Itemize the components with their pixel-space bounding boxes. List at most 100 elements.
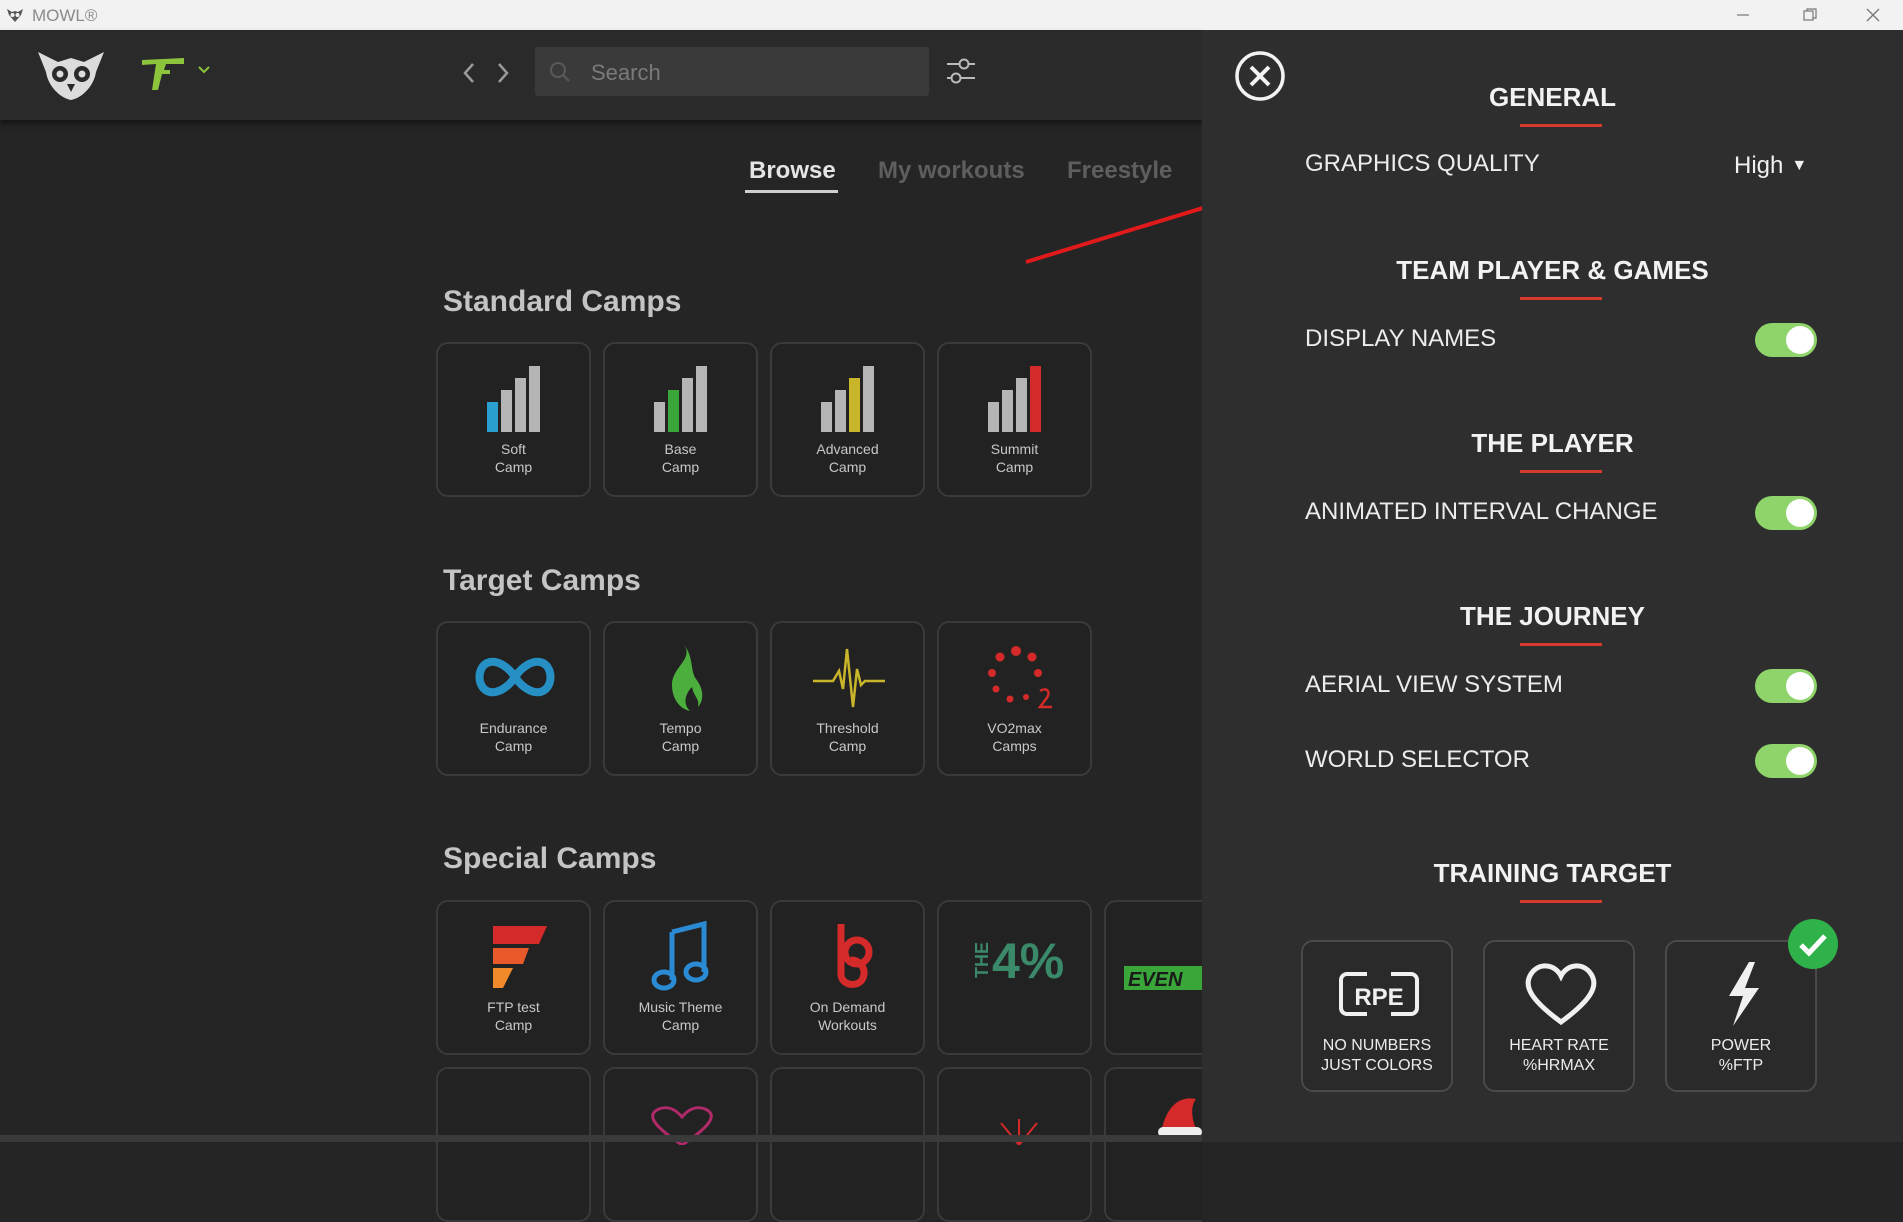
display-names-label: DISPLAY NAMES [1305, 325, 1497, 352]
card-label: Threshold Camp [816, 720, 879, 754]
card-partial[interactable] [436, 1067, 591, 1222]
ftp-flag-icon [493, 926, 547, 988]
world-selector-toggle[interactable] [1755, 744, 1817, 778]
svg-text:EVEN: EVEN [1128, 969, 1183, 991]
dots-circle-icon [988, 646, 1052, 709]
heartbeat-icon [813, 648, 885, 708]
svg-text:RPE: RPE [1354, 984, 1403, 1011]
forward-arrow-icon[interactable] [492, 58, 514, 88]
flame-icon [672, 645, 703, 711]
heading-underline [1520, 900, 1602, 903]
section-title-standard-camps: Standard Camps [443, 285, 682, 318]
dropdown-caret-icon: ▼ [1791, 157, 1808, 174]
aerial-view-system-label: AERIAL VIEW SYSTEM [1305, 671, 1563, 698]
even-logo-icon: EVEN [1124, 966, 1202, 991]
window-close-icon [1866, 8, 1880, 22]
display-names-toggle[interactable] [1755, 323, 1817, 357]
card-label: Base Camp [661, 441, 700, 475]
card-ftp-test-camp[interactable]: FTP test Camp [436, 900, 591, 1055]
toggle-knob [1786, 499, 1814, 527]
graphics-quality-label: GRAPHICS QUALITY [1305, 150, 1540, 177]
heart-icon [1525, 963, 1597, 1026]
training-target-heart-rate[interactable]: HEART RATE %HRMAX [1483, 940, 1635, 1092]
card-threshold-camp[interactable]: Threshold Camp [770, 621, 925, 776]
svg-text:THE: THE [972, 942, 992, 978]
back-arrow-icon[interactable] [458, 58, 480, 88]
owl-app-icon [7, 9, 23, 22]
world-selector-label: WORLD SELECTOR [1305, 746, 1530, 773]
training-target-label: POWER %FTP [1710, 1037, 1772, 1074]
music-note-icon [651, 920, 709, 991]
bars-yellow-icon [821, 366, 874, 432]
aerial-view-system-toggle[interactable] [1755, 669, 1817, 703]
card-summit-camp[interactable]: Summit Camp [937, 342, 1092, 497]
card-partial-valentine[interactable] [603, 1067, 758, 1222]
animated-interval-change-label: ANIMATED INTERVAL CHANGE [1305, 498, 1658, 525]
filter-sliders-icon[interactable] [944, 54, 978, 88]
selected-check-icon [1788, 919, 1838, 969]
app-toolbar [0, 30, 1202, 120]
restore-icon [1803, 8, 1817, 21]
tab-my-workouts[interactable]: My workouts [878, 157, 1025, 185]
toggle-knob [1786, 747, 1814, 775]
heading-underline [1520, 470, 1602, 473]
graphics-quality-value: High [1734, 152, 1784, 179]
minimize-button[interactable] [1713, 0, 1773, 30]
card-label: Tempo Camp [659, 720, 702, 754]
card-label: Advanced Camp [816, 441, 879, 475]
infinity-icon [475, 657, 555, 697]
rpe-icon: RPE [1339, 968, 1419, 1020]
window-title: MOWL® [32, 6, 98, 25]
santa-hat-icon [1158, 1098, 1202, 1137]
card-endurance-camp[interactable]: Endurance Camp [436, 621, 591, 776]
window-titlebar: MOWL® [0, 0, 1903, 30]
bars-blue-icon [487, 366, 540, 432]
owl-logo-icon[interactable] [36, 46, 106, 102]
section-title-target-camps: Target Camps [443, 564, 641, 597]
lightning-bolt-icon [1729, 962, 1759, 1026]
the-4-percent-icon: THE 4% [972, 933, 1064, 989]
card-tempo-camp[interactable]: Tempo Camp [603, 621, 758, 776]
bike-trainer-icon[interactable] [140, 52, 186, 92]
chevron-down-icon[interactable] [196, 62, 212, 78]
card-soft-camp[interactable]: Soft Camp [436, 342, 591, 497]
heading-team-player-games: TEAM PLAYER & GAMES [1396, 255, 1709, 285]
heading-underline [1520, 297, 1602, 300]
heading-general: GENERAL [1488, 82, 1617, 112]
card-the-4-percent[interactable]: THE 4% [937, 900, 1092, 1055]
card-partial[interactable] [770, 1067, 925, 1222]
heading-underline [1520, 124, 1602, 127]
section-title-special-camps: Special Camps [443, 842, 657, 875]
card-label: FTP test Camp [487, 999, 540, 1033]
card-base-camp[interactable]: Base Camp [603, 342, 758, 497]
search-input[interactable] [589, 47, 913, 98]
card-label: Endurance Camp [479, 720, 548, 754]
search-box[interactable] [535, 47, 929, 98]
card-label: VO2max Camps [987, 720, 1042, 754]
tab-browse[interactable]: Browse [749, 157, 836, 185]
card-advanced-camp[interactable]: Advanced Camp [770, 342, 925, 497]
training-target-rpe[interactable]: RPE NO NUMBERS JUST COLORS [1301, 940, 1453, 1092]
card-vo2max-camps[interactable]: VO2max Camps [937, 621, 1092, 776]
animated-interval-change-toggle[interactable] [1755, 496, 1817, 530]
heading-training-target: TRAINING TARGET [1433, 858, 1672, 888]
svg-text:4%: 4% [992, 933, 1064, 989]
window-close-button[interactable] [1843, 0, 1903, 30]
graphics-quality-dropdown[interactable]: High ▼ [1734, 152, 1807, 186]
restore-button[interactable] [1780, 0, 1840, 30]
bars-green-icon [654, 366, 707, 432]
card-label: Soft Camp [494, 441, 533, 475]
toggle-knob [1786, 326, 1814, 354]
search-icon [550, 62, 570, 82]
active-tab-underline [745, 190, 838, 193]
toggle-knob [1786, 672, 1814, 700]
heading-underline [1520, 643, 1602, 646]
card-even[interactable]: EVEN [1104, 900, 1202, 1055]
card-label: On Demand Workouts [809, 999, 886, 1033]
bottom-scrollbar[interactable] [0, 1135, 1202, 1142]
card-on-demand-workouts[interactable]: On Demand Workouts [770, 900, 925, 1055]
card-music-theme-camp[interactable]: Music Theme Camp [603, 900, 758, 1055]
card-label: Music Theme Camp [638, 999, 723, 1033]
card-partial-fireworks[interactable] [937, 1067, 1092, 1222]
card-partial-christmas[interactable] [1104, 1067, 1202, 1222]
